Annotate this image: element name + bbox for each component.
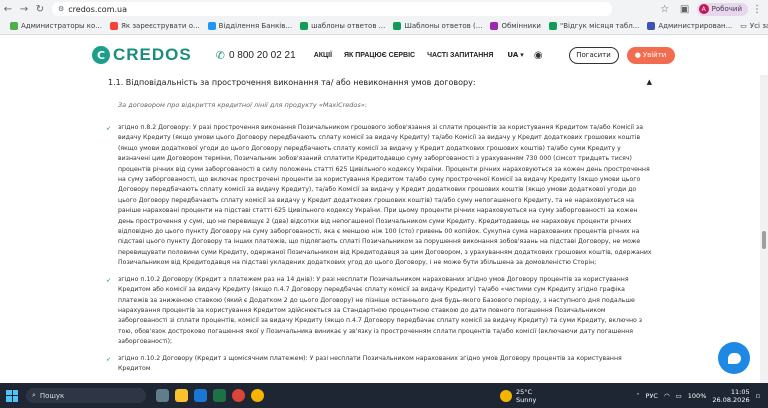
bookmark-favicon [10, 22, 18, 30]
site-header: C CREDOS ✆ 0 800 20 02 21 АКЦІЇ ЯК ПРАЦЮ… [0, 35, 768, 75]
nav-faq[interactable]: ЧАСТІ ЗАПИТАННЯ [427, 52, 493, 59]
bookmark-favicon [207, 22, 216, 30]
task-view-icon[interactable] [156, 389, 169, 402]
weather-temp: 25°C [516, 387, 533, 396]
arrow-icon: ➶ [106, 125, 112, 132]
extensions-icon[interactable]: ▣ [677, 1, 693, 17]
main-nav: АКЦІЇ ЯК ПРАЦЮЄ СЕРВІС ЧАСТІ ЗАПИТАННЯ [314, 52, 494, 59]
chrome-icon[interactable] [232, 389, 245, 402]
bookmark-item[interactable]: Як зареєструвати о... [110, 22, 200, 30]
all-bookmarks[interactable]: ▭ Усі закладки [740, 22, 768, 30]
taskbar-search[interactable]: ⌕ Пошук [26, 388, 146, 403]
back-icon[interactable]: ← [0, 1, 16, 17]
list-item: ➶ згідно п.10.2 Договору (Кредит з щоміс… [106, 354, 622, 372]
chevron-up-icon[interactable]: ▲ [647, 78, 660, 87]
intro-text: За договором про відкриття кредитної лін… [118, 101, 367, 109]
chevron-down-icon: ▾ [520, 51, 524, 59]
chat-icon [727, 352, 741, 364]
file-explorer-icon[interactable] [175, 389, 188, 402]
folder-icon: ▭ [740, 22, 747, 30]
forward-icon[interactable]: → [16, 1, 32, 17]
nav-promotions[interactable]: АКЦІЇ [314, 52, 332, 59]
chrome-icon[interactable] [251, 389, 264, 402]
battery-icon[interactable]: ▭ [676, 392, 682, 400]
chevron-up-icon[interactable]: ˄ [636, 392, 639, 400]
bookmark-favicon [490, 22, 499, 30]
logo-icon: C [92, 46, 110, 64]
search-icon: ⌕ [32, 391, 36, 399]
bookmark-item[interactable]: Шаблоны ответов (... [393, 22, 482, 30]
sun-icon [500, 389, 512, 402]
eye-icon[interactable]: ◉ [534, 50, 543, 61]
bookmark-item[interactable]: Відділення Банків... [207, 22, 292, 30]
nav-how-it-works[interactable]: ЯК ПРАЦЮЄ СЕРВІС [344, 52, 415, 59]
bookmark-item[interactable]: шаблоны ответов ... [300, 22, 385, 30]
store-icon[interactable] [194, 389, 207, 402]
phone-number[interactable]: 0 800 20 02 21 [229, 50, 296, 61]
weather-widget[interactable]: 25°C Sunny [500, 388, 536, 404]
windows-start-icon[interactable] [6, 389, 18, 402]
browser-toolbar: ← → ↻ ⚙ credos.com.ua ☆ ▣ А Робочий ⋮ [0, 0, 768, 18]
star-icon[interactable]: ☆ [657, 1, 673, 17]
scrollbar[interactable] [760, 75, 768, 383]
profile-label: Робочий [711, 5, 742, 13]
logo[interactable]: C CREDOS [92, 45, 192, 65]
login-button[interactable]: ● Увійти [626, 46, 675, 64]
weather-desc: Sunny [516, 395, 537, 404]
pay-button[interactable]: Погасити [568, 46, 619, 64]
bookmark-item[interactable]: Администраторы ко... [10, 22, 102, 30]
user-icon: ● [634, 51, 641, 59]
menu-icon[interactable]: ⋮ [752, 4, 762, 15]
profile-button[interactable]: А Робочий [696, 2, 748, 16]
arrow-icon: ➶ [106, 355, 112, 363]
bookmark-item[interactable]: Обмінники [490, 22, 541, 30]
site-info-icon[interactable]: ⚙ [58, 5, 64, 13]
notifications-icon[interactable]: ▫ [756, 392, 760, 400]
language-indicator[interactable]: РУС [646, 392, 658, 400]
reload-icon[interactable]: ↻ [32, 1, 48, 17]
chat-button[interactable] [718, 342, 750, 374]
language-select[interactable]: UA ▾ [507, 51, 523, 59]
excel-icon[interactable] [213, 389, 226, 402]
scroll-thumb[interactable] [762, 231, 766, 249]
list-item: ➶ згідно п.8.2 Договору: У разі простроч… [106, 124, 652, 267]
taskbar-apps [156, 389, 264, 402]
bookmark-favicon [300, 22, 309, 30]
taskbar: ⌕ Пошук 25°C Sunny ˄ РУС ◠ ▭ 100% 11:05 … [0, 383, 768, 408]
bookmark-favicon [393, 22, 402, 30]
bookmark-favicon [110, 22, 118, 30]
bookmark-favicon [548, 22, 557, 30]
accordion-content: 1.1. Відповідальність за прострочення ви… [92, 75, 660, 383]
url-text: credos.com.ua [68, 4, 127, 14]
wifi-icon[interactable]: ◠ [664, 392, 670, 400]
bookmark-item[interactable]: "Відгук місяця табл... [548, 22, 639, 30]
bookmark-item[interactable]: Администрирован... [647, 22, 732, 30]
address-bar[interactable]: ⚙ credos.com.ua [52, 2, 612, 16]
avatar: А [698, 4, 709, 14]
arrow-icon: ➶ [106, 276, 112, 284]
system-tray: ˄ РУС ◠ ▭ 100% 11:05 26.08.2026 ▫ [636, 388, 768, 404]
bookmarks-bar: Администраторы ко... Як зареєструвати о.… [0, 18, 768, 35]
logo-text: CREDOS [113, 45, 192, 64]
clock[interactable]: 11:05 26.08.2026 [712, 388, 749, 404]
bookmark-favicon [647, 22, 656, 30]
battery-level: 100% [687, 391, 707, 400]
phone-icon: ✆ [215, 48, 225, 62]
list-item: ➶ згідно п.10.2 Договору (Кредит з плате… [106, 275, 643, 346]
section-title[interactable]: 1.1. Відповідальність за прострочення ви… [92, 75, 660, 87]
